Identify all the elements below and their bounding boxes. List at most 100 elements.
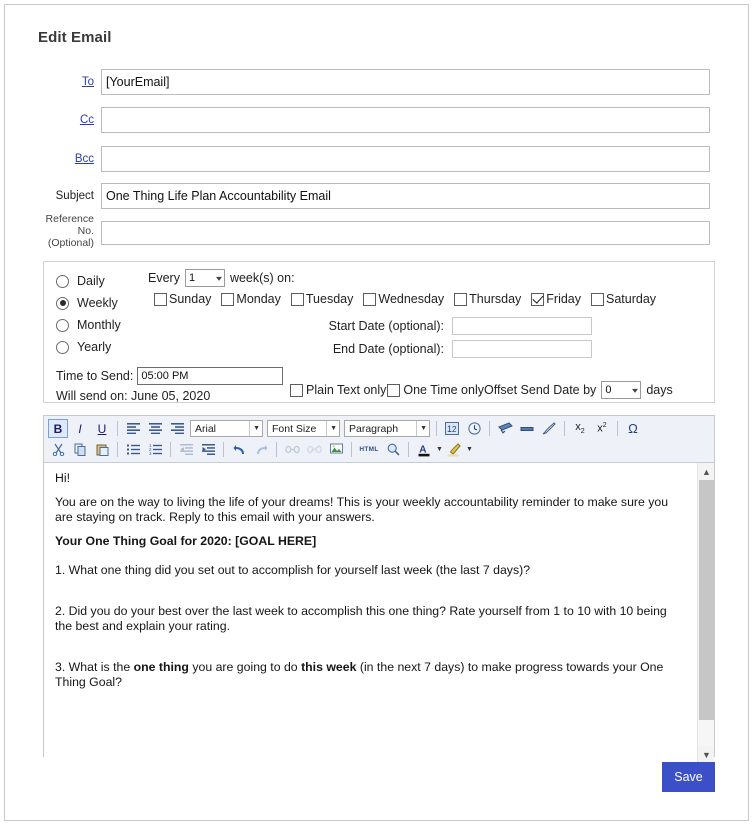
align-center-icon[interactable] xyxy=(145,419,165,438)
radio-yearly-icon[interactable] xyxy=(56,340,69,354)
offset-days-select[interactable]: 0 ▾ xyxy=(601,381,642,399)
every-interval-value: 1 xyxy=(188,272,196,284)
body-q3-bold2: this week xyxy=(301,660,357,674)
reference-input[interactable] xyxy=(101,221,710,245)
insert-image-icon[interactable] xyxy=(326,440,346,459)
chevron-down-icon[interactable]: ▼ xyxy=(466,446,473,453)
paste-icon[interactable] xyxy=(92,440,112,459)
checkbox-saturday-icon[interactable] xyxy=(591,292,605,306)
checkbox-wednesday-icon[interactable] xyxy=(363,292,377,306)
indent-icon[interactable] xyxy=(198,440,218,459)
checkbox-one-time-only-icon[interactable] xyxy=(387,383,401,397)
html-source-icon[interactable]: HTML xyxy=(357,440,381,459)
paint-format-icon[interactable] xyxy=(495,419,515,438)
editor-body-area[interactable]: Hi! You are on the way to living the lif… xyxy=(44,463,714,763)
highlight-color-icon[interactable] xyxy=(444,440,464,459)
checkbox-thursday-icon[interactable] xyxy=(454,292,468,306)
rich-text-editor: B I U Arial ▼ Font Size ▼ Paragraph ▼ 1 … xyxy=(43,415,715,763)
toolbar-separator xyxy=(170,442,171,457)
bcc-label-link[interactable]: Bcc xyxy=(38,153,101,165)
special-character-icon[interactable]: Ω xyxy=(623,419,643,438)
checkbox-plain-text-only-icon[interactable] xyxy=(290,383,303,397)
chevron-down-icon[interactable]: ▼ xyxy=(436,446,443,453)
page-title: Edit Email xyxy=(38,29,112,46)
superscript-icon[interactable]: x2 xyxy=(592,419,612,438)
bcc-input[interactable] xyxy=(101,146,710,172)
paragraph-style-value: Paragraph xyxy=(349,422,399,435)
insert-time-icon[interactable] xyxy=(464,419,484,438)
will-send-on-row: Will send on: June 05, 2020 xyxy=(56,386,283,406)
every-suffix-label: week(s) on: xyxy=(229,271,295,285)
frequency-label-weekly: Weekly xyxy=(77,296,118,310)
outdent-icon[interactable] xyxy=(176,440,196,459)
toolbar-row-1: B I U Arial ▼ Font Size ▼ Paragraph ▼ 1 … xyxy=(47,418,711,439)
scroll-up-arrow-icon[interactable]: ▲ xyxy=(698,463,714,480)
bullet-list-icon[interactable] xyxy=(123,440,143,459)
chevron-down-icon: ▾ xyxy=(215,273,222,283)
numbered-list-icon[interactable]: 123 xyxy=(145,440,165,459)
editor-vertical-scrollbar[interactable]: ▲ ▼ xyxy=(697,463,714,763)
day-checkbox-tuesday[interactable]: Tuesday xyxy=(290,292,353,306)
subscript-icon[interactable]: x2 xyxy=(570,419,590,438)
checkbox-friday-icon[interactable] xyxy=(531,292,545,306)
toolbar-separator xyxy=(117,421,118,436)
day-checkbox-saturday[interactable]: Saturday xyxy=(591,292,656,306)
day-checkbox-wednesday[interactable]: Wednesday xyxy=(363,292,444,306)
italic-icon[interactable]: I xyxy=(70,419,90,438)
day-checkbox-thursday[interactable]: Thursday xyxy=(454,292,521,306)
every-interval-select[interactable]: 1 ▾ xyxy=(184,269,225,287)
checkbox-monday-icon[interactable] xyxy=(221,292,235,306)
cc-input[interactable] xyxy=(101,107,710,133)
body-greeting: Hi! xyxy=(55,471,71,485)
to-label-link[interactable]: To xyxy=(38,76,101,88)
chevron-down-icon: ▼ xyxy=(326,421,337,436)
align-left-icon[interactable] xyxy=(123,419,143,438)
bottom-options-row: Plain Text only One Time only Offset Sen… xyxy=(290,381,673,399)
body-q3-part1: 3. What is the xyxy=(55,660,134,674)
bold-icon[interactable]: B xyxy=(48,419,68,438)
frequency-option-monthly[interactable]: Monthly xyxy=(56,314,166,336)
day-checkbox-sunday[interactable]: Sunday xyxy=(154,292,211,306)
unlink-icon[interactable] xyxy=(304,440,324,459)
day-checkbox-friday[interactable]: Friday xyxy=(531,292,581,306)
day-checkbox-monday[interactable]: Monday xyxy=(221,292,281,306)
frequency-option-weekly[interactable]: Weekly xyxy=(56,292,166,314)
offset-suffix-label: days xyxy=(646,383,673,397)
undo-icon[interactable] xyxy=(229,440,249,459)
radio-weekly-icon[interactable] xyxy=(56,296,69,310)
weekday-checkbox-group: Sunday Monday Tuesday Wednesday Thursday… xyxy=(154,292,666,306)
scroll-down-arrow-icon[interactable]: ▼ xyxy=(698,746,714,763)
save-button[interactable]: Save xyxy=(662,762,715,792)
end-date-input[interactable] xyxy=(452,340,592,358)
font-family-select[interactable]: Arial ▼ xyxy=(190,420,263,437)
scrollbar-thumb[interactable] xyxy=(699,480,714,720)
insert-field-icon[interactable]: 12 xyxy=(442,419,462,438)
remove-format-icon[interactable] xyxy=(517,419,537,438)
find-icon[interactable] xyxy=(383,440,403,459)
cut-icon[interactable] xyxy=(48,440,68,459)
eraser-icon[interactable] xyxy=(539,419,559,438)
radio-daily-icon[interactable] xyxy=(56,274,69,288)
day-label-thursday: Thursday xyxy=(469,292,522,306)
link-icon[interactable] xyxy=(282,440,302,459)
to-input[interactable] xyxy=(101,69,710,95)
one-time-only-label: One Time only xyxy=(403,383,484,397)
frequency-option-yearly[interactable]: Yearly xyxy=(56,336,166,358)
underline-icon[interactable]: U xyxy=(92,419,112,438)
copy-icon[interactable] xyxy=(70,440,90,459)
font-size-select[interactable]: Font Size ▼ xyxy=(267,420,340,437)
checkbox-sunday-icon[interactable] xyxy=(154,292,167,306)
editor-body-content[interactable]: Hi! You are on the way to living the lif… xyxy=(55,471,684,699)
start-date-input[interactable] xyxy=(452,317,592,335)
subject-input[interactable] xyxy=(101,183,710,209)
redo-icon[interactable] xyxy=(251,440,271,459)
align-right-icon[interactable] xyxy=(167,419,187,438)
time-to-send-input[interactable] xyxy=(137,367,284,385)
radio-monthly-icon[interactable] xyxy=(56,318,69,332)
toolbar-separator xyxy=(351,442,352,457)
font-color-icon[interactable]: A xyxy=(414,440,434,459)
cc-label-link[interactable]: Cc xyxy=(38,114,101,126)
toolbar-separator xyxy=(223,442,224,457)
paragraph-style-select[interactable]: Paragraph ▼ xyxy=(344,420,430,437)
checkbox-tuesday-icon[interactable] xyxy=(290,292,304,306)
